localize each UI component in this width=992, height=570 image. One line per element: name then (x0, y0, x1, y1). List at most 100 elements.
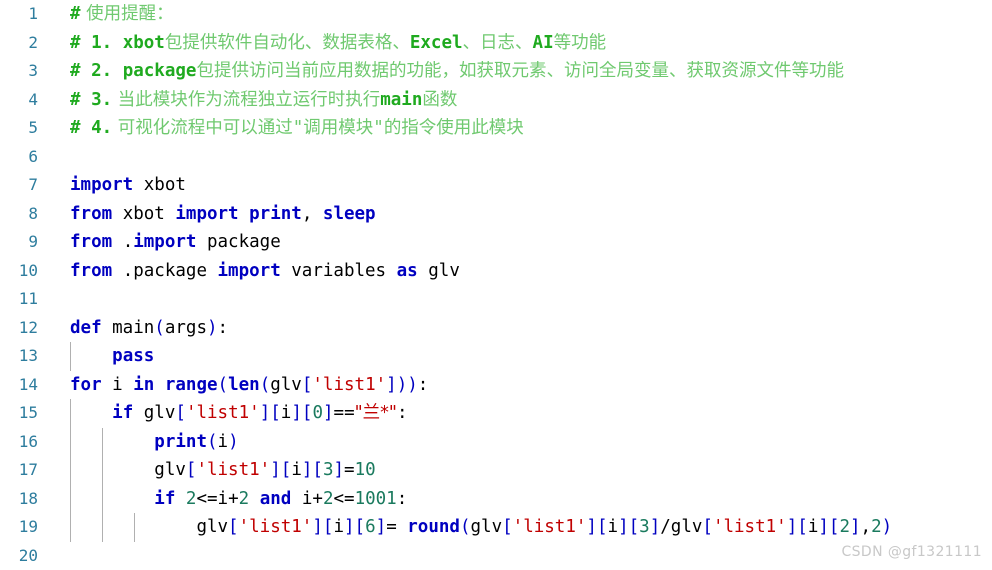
code-text (249, 489, 260, 509)
code-line[interactable]: 8 from xbot import print, sleep (0, 200, 992, 229)
line-content[interactable]: from xbot import print, sleep (38, 200, 992, 229)
number-literal: 2 (871, 517, 882, 537)
line-content[interactable]: if glv['list1'][i][0]=="兰*": (38, 399, 992, 428)
operator-divide: /glv (660, 517, 702, 537)
colon: : (418, 375, 429, 395)
variable-glv: glv (133, 403, 175, 423)
code-line[interactable]: 11 (0, 285, 992, 314)
paren-open: ( (260, 375, 271, 395)
line-content[interactable]: # 使用提醒： (38, 0, 992, 29)
code-text (154, 375, 165, 395)
line-content[interactable] (38, 143, 992, 172)
comment-index: 4. (81, 118, 113, 138)
index-var: i (291, 460, 302, 480)
code-line[interactable]: 15 if glv['list1'][i][0]=="兰*": (0, 399, 992, 428)
code-line[interactable]: 13 pass (0, 342, 992, 371)
code-line[interactable]: 5 # 4. 可视化流程中可以通过"调用模块"的指令使用此模块 (0, 114, 992, 143)
code-line[interactable]: 17 glv['list1'][i][3]=10 (0, 456, 992, 485)
line-content[interactable]: # 2. package包提供访问当前应用数据的功能，如获取元素、访问全局变量、… (38, 57, 992, 86)
paren-close: ) (397, 375, 408, 395)
comment-text: 等功能 (554, 33, 607, 53)
line-content[interactable]: # 4. 可视化流程中可以通过"调用模块"的指令使用此模块 (38, 114, 992, 143)
code-line[interactable]: 18 if 2<=i+2 and i+2<=1001: (0, 485, 992, 514)
operator-assign: = (344, 460, 355, 480)
bracket-open: [ (797, 517, 808, 537)
number-literal: 10 (355, 460, 376, 480)
line-content[interactable]: import xbot (38, 171, 992, 200)
variable-glv: glv (471, 517, 503, 537)
keyword-and: and (260, 489, 292, 509)
paren-close: ) (882, 517, 893, 537)
keyword-pass: pass (112, 346, 154, 366)
bracket-close: ] (323, 403, 334, 423)
bracket-open: [ (355, 517, 366, 537)
keyword-if: if (112, 403, 133, 423)
variable-glv: glv (270, 375, 302, 395)
line-content[interactable]: glv['list1'][i][6]= round(glv['list1'][i… (38, 513, 992, 542)
code-line[interactable]: 6 (0, 143, 992, 172)
line-content[interactable]: def main(args): (38, 314, 992, 343)
bracket-open: [ (829, 517, 840, 537)
param-name: args (165, 318, 207, 338)
line-number: 16 (0, 428, 38, 457)
module-name: package (196, 232, 280, 252)
line-content[interactable]: print(i) (38, 428, 992, 457)
code-line[interactable]: 7 import xbot (0, 171, 992, 200)
line-content[interactable]: # 1. xbot包提供软件自动化、数据表格、Excel、日志、AI等功能 (38, 29, 992, 58)
line-content[interactable]: # 3. 当此模块作为流程独立运行时执行main函数 (38, 86, 992, 115)
line-content[interactable]: from .import package (38, 228, 992, 257)
line-content[interactable] (38, 285, 992, 314)
code-line[interactable]: 16 print(i) (0, 428, 992, 457)
bracket-close: ] (260, 403, 271, 423)
string-literal: 'list1' (196, 460, 270, 480)
bracket-open: [ (702, 517, 713, 537)
line-content[interactable]: pass (38, 342, 992, 371)
index-var: i (218, 432, 229, 452)
code-line[interactable]: 9 from .import package (0, 228, 992, 257)
line-number: 7 (0, 171, 38, 200)
line-number: 18 (0, 485, 38, 514)
module-name: xbot (133, 175, 186, 195)
paren-open: ( (218, 375, 229, 395)
number-literal: 0 (312, 403, 323, 423)
line-content[interactable]: glv['list1'][i][3]=10 (38, 456, 992, 485)
number-literal: 6 (365, 517, 376, 537)
alias-name: glv (418, 261, 460, 281)
code-line[interactable]: 19 glv['list1'][i][6]= round(glv['list1'… (0, 513, 992, 542)
keyword-def: def (70, 318, 102, 338)
code-line[interactable]: 12 def main(args): (0, 314, 992, 343)
code-line[interactable]: 1 # 使用提醒： (0, 0, 992, 29)
code-line[interactable]: 14 for i in range(len(glv['list1'])): (0, 371, 992, 400)
comment-text: 调用模块 (303, 118, 373, 138)
keyword-from: from (70, 232, 112, 252)
keyword-from: from (70, 261, 112, 281)
code-line[interactable]: 4 # 3. 当此模块作为流程独立运行时执行main函数 (0, 86, 992, 115)
code-editor[interactable]: 1 # 使用提醒： 2 # 1. xbot包提供软件自动化、数据表格、Excel… (0, 0, 992, 566)
index-var: i (281, 403, 292, 423)
number-literal: 2 (186, 489, 197, 509)
line-content[interactable]: for i in range(len(glv['list1'])): (38, 371, 992, 400)
number-literal: 3 (323, 460, 334, 480)
line-content[interactable]: from .package import variables as glv (38, 257, 992, 286)
indent-guide (102, 428, 103, 457)
operator-eq: == (334, 403, 355, 423)
bracket-open: [ (323, 517, 334, 537)
comment-code-token: main (380, 90, 422, 110)
bracket-close: ] (787, 517, 798, 537)
line-content[interactable]: if 2<=i+2 and i+2<=1001: (38, 485, 992, 514)
code-line[interactable]: 2 # 1. xbot包提供软件自动化、数据表格、Excel、日志、AI等功能 (0, 29, 992, 58)
line-number: 17 (0, 456, 38, 485)
indent-guide (70, 428, 71, 457)
line-number: 10 (0, 257, 38, 286)
indent-guide (102, 456, 103, 485)
comment-index: 1. (81, 33, 113, 53)
keyword-in: in (133, 375, 154, 395)
bracket-open: [ (302, 403, 313, 423)
comment-code-token: AI (533, 33, 554, 53)
code-line[interactable]: 3 # 2. package包提供访问当前应用数据的功能，如获取元素、访问全局变… (0, 57, 992, 86)
code-line[interactable]: 10 from .package import variables as glv (0, 257, 992, 286)
string-literal: 'list1' (713, 517, 787, 537)
string-literal: 'list1' (239, 517, 313, 537)
paren-close: ) (228, 432, 239, 452)
index-var: i (608, 517, 619, 537)
